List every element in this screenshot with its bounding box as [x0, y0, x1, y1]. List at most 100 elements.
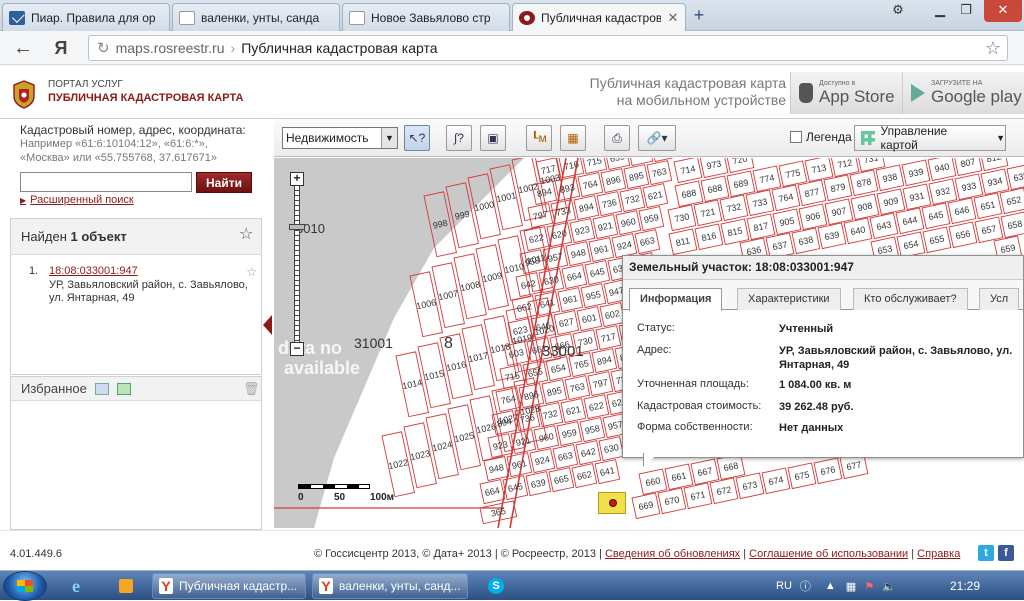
taskbar-button-browser[interactable]: Y Публичная кадастр...: [152, 573, 306, 599]
language-indicator[interactable]: RU: [776, 580, 792, 592]
yandex-icon[interactable]: Я: [52, 37, 70, 59]
tab-label: валенки, унты, санда: [201, 10, 320, 25]
star-icon[interactable]: ☆: [239, 227, 255, 243]
start-button[interactable]: [4, 572, 46, 600]
ruler-tool-button[interactable]: ┖м: [526, 125, 552, 151]
site-title[interactable]: ПУБЛИЧНАЯ КАДАСТРОВАЯ КАРТА: [48, 92, 243, 104]
zoom-slider-track[interactable]: [294, 186, 300, 342]
map-control-dropdown[interactable]: Управление картой ▼: [854, 124, 1006, 152]
browser-tab[interactable]: валенки, унты, санда: [172, 3, 340, 31]
back-arrow-icon[interactable]: ←: [12, 37, 34, 59]
browser-tab[interactable]: Пиар. Правила для ор: [2, 3, 170, 31]
flag-icon[interactable]: ⚑: [864, 580, 874, 593]
tab-services[interactable]: Усл: [979, 288, 1020, 310]
facebook-icon[interactable]: f: [998, 545, 1014, 561]
cursor-question-icon: ↖?: [408, 131, 426, 145]
search-hint: Кадастровый номер, адрес, координата: На…: [20, 123, 260, 165]
zoom-in-button[interactable]: +: [290, 172, 304, 186]
bookmark-star-icon[interactable]: ☆: [985, 38, 1001, 59]
scale-bar-graphic: [298, 484, 370, 489]
show-hidden-icons[interactable]: ▲: [825, 580, 836, 592]
help-circle-icon[interactable]: ⓘ: [800, 578, 811, 594]
collapse-panel-icon[interactable]: [263, 315, 272, 335]
area-measure-button[interactable]: ▦: [560, 125, 586, 151]
zoom-slider-thumb[interactable]: [289, 224, 305, 230]
twitter-icon[interactable]: t: [978, 545, 994, 561]
zoom-control[interactable]: + −: [289, 172, 305, 356]
tab-characteristics[interactable]: Характеристики: [737, 288, 841, 310]
search-hint-examples: Например «61:6:10104:12», «61:6:*», «Мос…: [20, 138, 217, 164]
mobile-promo: Публичная кадастровая карта на мобильном…: [536, 75, 786, 109]
tab-label: Публичная кадастрова: [541, 11, 661, 25]
favorites-header: Избранное 🗑: [11, 377, 261, 401]
volume-icon[interactable]: 🔈: [882, 580, 896, 593]
media-player-icon[interactable]: [112, 574, 140, 598]
cadastral-map[interactable]: 998 999 1000 1001 1002 1003 1006 1007 1008 1009 10…: [274, 158, 1024, 528]
ownership-label: Форма собственности:: [637, 421, 753, 433]
add-favorite-icon[interactable]: [95, 383, 109, 395]
parcel-info-popup[interactable]: Земельный участок: 18:08:033001:947 Инфо…: [622, 255, 1024, 467]
address-value: УР, Завьяловский район, с. Завьялово, ул…: [779, 345, 1013, 371]
search-input[interactable]: [20, 172, 192, 192]
new-tab-button[interactable]: +: [690, 5, 708, 25]
block-number-label: 33001: [542, 343, 584, 360]
ie-icon[interactable]: e: [66, 574, 94, 598]
address-label: Адрес:: [637, 344, 672, 356]
google-play-button[interactable]: ЗАГРУЗИТЕ НА Google play: [902, 72, 1024, 114]
pin-icon: [609, 499, 617, 507]
taskbar-button-browser-2[interactable]: Y валенки, унты, санд...: [312, 573, 468, 599]
close-window-icon[interactable]: ✕: [984, 0, 1022, 22]
agreement-link[interactable]: Соглашение об использовании: [749, 548, 908, 560]
results-panel: Найден 1 объект ☆ 1. 18:08:033001:947 УР…: [10, 218, 262, 375]
star-icon[interactable]: ☆: [246, 265, 257, 279]
zoom-out-button[interactable]: −: [290, 342, 304, 356]
link-button[interactable]: 🔗▾: [638, 125, 676, 151]
help-link[interactable]: Справка: [917, 548, 960, 560]
coat-of-arms-logo: [13, 80, 35, 109]
apple-icon: [799, 83, 813, 103]
measure-icon: ∫?: [454, 131, 464, 145]
close-tab-icon[interactable]: ✕: [667, 10, 679, 26]
status-label: Статус:: [637, 322, 675, 334]
browser-tab[interactable]: Новое Завьялово стр: [342, 3, 510, 31]
advanced-search-link[interactable]: ▶ Расширенный поиск: [20, 194, 134, 206]
legend-toggle[interactable]: Легенда: [790, 130, 852, 144]
legend-checkbox[interactable]: [790, 131, 802, 143]
skype-icon[interactable]: S: [482, 574, 510, 598]
version: 4.01.449.6: [10, 548, 62, 560]
block-number-label: 31001: [354, 335, 393, 351]
scale-bar: 0 50 100м: [298, 482, 394, 512]
search-button[interactable]: Найти: [196, 172, 252, 193]
selected-parcel-marker[interactable]: [598, 492, 626, 514]
trash-icon[interactable]: 🗑: [243, 381, 260, 396]
app-store-button[interactable]: Доступно в App Store: [790, 72, 902, 114]
result-cadastral-link[interactable]: 18:08:033001:947: [49, 265, 138, 277]
url-page-title: Публичная кадастровая карта: [241, 40, 438, 56]
reload-icon[interactable]: ↻: [97, 39, 110, 57]
vk-icon: [179, 10, 195, 25]
chevron-down-icon: ▼: [381, 128, 397, 148]
network-icon[interactable]: ▦: [846, 580, 856, 593]
export-excel-icon[interactable]: [117, 383, 131, 395]
measure-tool-button[interactable]: ∫?: [446, 125, 472, 151]
settings-icon[interactable]: ⚙: [882, 0, 914, 22]
identify-tool-button[interactable]: ↖?: [404, 125, 430, 151]
yandex-browser-icon: Y: [159, 578, 173, 594]
maximize-icon[interactable]: ❐: [950, 0, 982, 22]
site-header: ПОРТАЛ УСЛУГ ПУБЛИЧНАЯ КАДАСТРОВАЯ КАРТА…: [0, 66, 1024, 119]
parcel-label: 635: [1013, 170, 1024, 183]
area-icon: ▣: [487, 131, 499, 145]
updates-link[interactable]: Сведения об обновлениях: [605, 548, 740, 560]
print-button[interactable]: ⎙: [604, 125, 630, 151]
clock[interactable]: 21:29: [950, 579, 980, 593]
layer-select[interactable]: Недвижимость ▼: [282, 127, 398, 149]
triangle-right-icon: ▶: [20, 196, 27, 205]
address-bar[interactable]: ↻ maps.rosreestr.ru › Публичная кадастро…: [88, 35, 1008, 61]
site-footer: 4.01.449.6 © Госсисцентр 2013, © Дата+ 2…: [0, 530, 1024, 570]
rosreestr-icon: [519, 11, 535, 25]
tab-information[interactable]: Информация: [629, 288, 723, 311]
area-tool-button[interactable]: ▣: [480, 125, 506, 151]
tab-who-serves[interactable]: Кто обслуживает?: [853, 288, 968, 310]
browser-tab-active[interactable]: Публичная кадастрова ✕: [512, 3, 686, 32]
link-icon: 🔗▾: [646, 131, 668, 145]
